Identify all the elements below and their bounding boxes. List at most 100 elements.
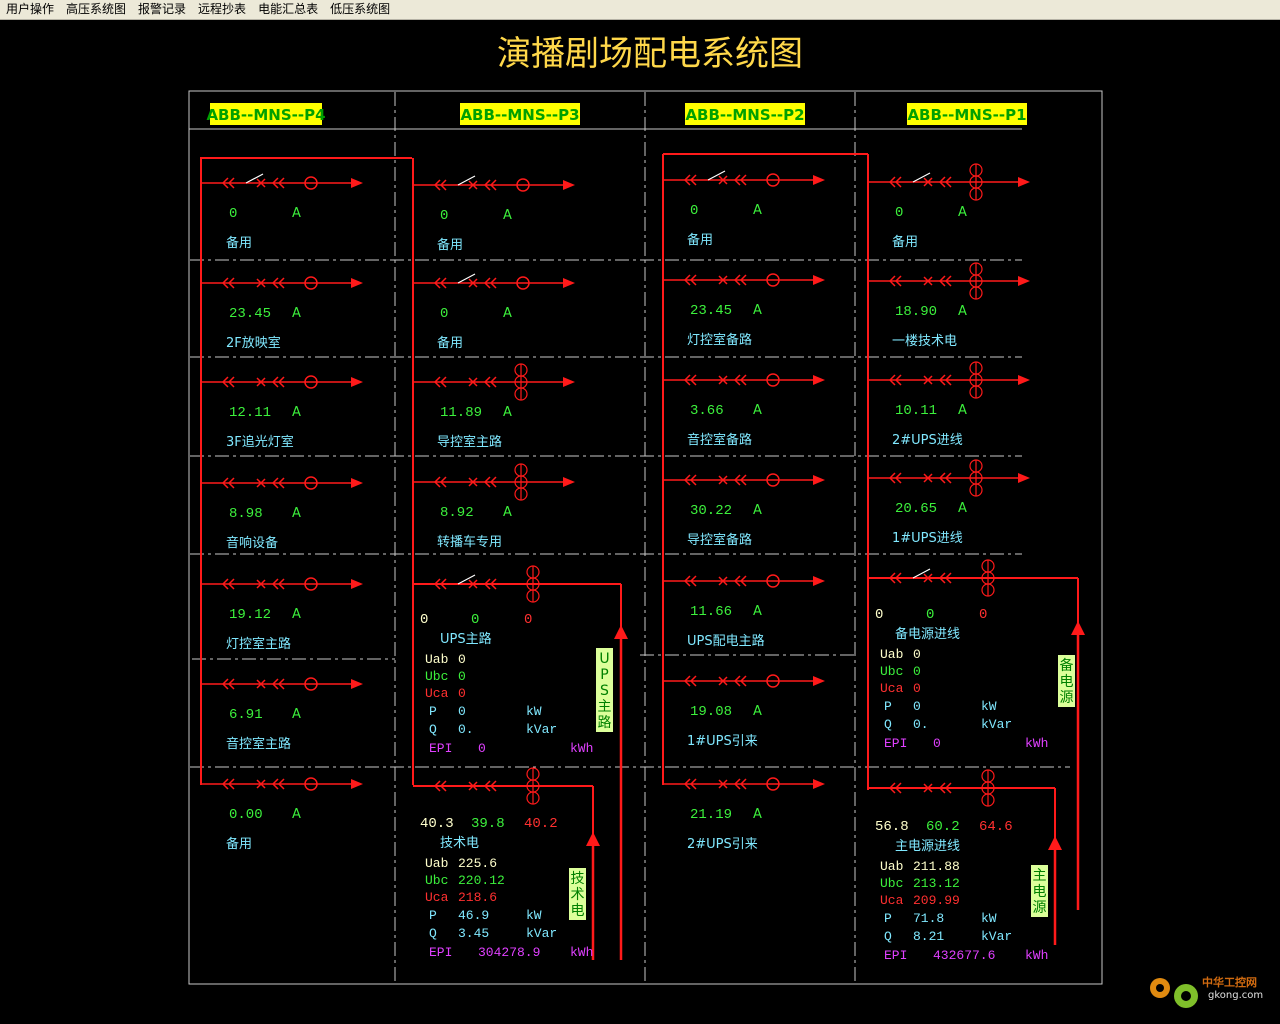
feeder-p3-4[interactable]: [413, 463, 575, 501]
value-ubc: 213.12: [913, 876, 960, 891]
feeder-name: 灯控室主路: [226, 636, 291, 652]
feeder-p4-7[interactable]: [201, 777, 363, 791]
unit-kw: kW: [981, 699, 997, 714]
unit-kwh: kWh: [570, 945, 593, 960]
value-q: 0.: [458, 722, 474, 737]
feeder-name: 1#UPS进线: [892, 531, 963, 546]
label-uca: Uca: [425, 686, 449, 701]
current-value: 0: [440, 306, 448, 322]
current-phase-c: 0: [524, 612, 532, 628]
vertical-label-char: 电: [1060, 674, 1074, 690]
feeder-name: 备用: [687, 232, 713, 248]
unit-kvar: kVar: [981, 717, 1012, 732]
current-value: 11.66: [690, 604, 732, 620]
feeder-p2-6[interactable]: [663, 674, 825, 688]
label-ubc: Ubc: [880, 876, 903, 891]
feeder-p1-3[interactable]: [868, 361, 1030, 399]
logo-name: 中华工控网: [1202, 975, 1257, 989]
feeder-p3-3[interactable]: [413, 363, 575, 401]
value-uab: 0: [458, 652, 466, 667]
current-phase-b: 39.8: [471, 816, 505, 832]
incoming-backup-in[interactable]: [868, 559, 1085, 910]
value-p: 46.9: [458, 908, 489, 923]
current-unit: A: [292, 807, 301, 822]
label-epi: EPI: [429, 945, 452, 960]
value-uca: 209.99: [913, 893, 960, 908]
value-uca: 0: [913, 681, 921, 696]
arrow-head-icon: [351, 679, 363, 689]
arrow-up-icon: [1048, 836, 1062, 850]
feeder-p4-6[interactable]: [201, 677, 363, 691]
feeder-p2-4[interactable]: [663, 473, 825, 487]
current-value: 30.22: [690, 503, 732, 519]
current-value: 18.90: [895, 304, 937, 320]
label-uab: Uab: [880, 647, 903, 662]
label-epi: EPI: [884, 736, 907, 751]
value-epi: 304278.9: [478, 945, 540, 960]
feeder-name: 一楼技术电: [892, 334, 957, 349]
feeder-p4-4[interactable]: [201, 476, 363, 490]
feeder-name: 备用: [226, 836, 252, 852]
value-q: 0.: [913, 717, 929, 732]
label-epi: EPI: [429, 741, 452, 756]
label-q: Q: [429, 722, 437, 737]
current-unit: A: [753, 203, 762, 218]
vertical-label-char: 路: [598, 715, 612, 731]
feeder-p3-2[interactable]: [413, 276, 575, 290]
current-value: 6.91: [229, 707, 263, 723]
feeder-p4-5[interactable]: [201, 577, 363, 591]
current-phase-b: 0: [926, 607, 934, 623]
incoming-main-in[interactable]: [868, 769, 1062, 945]
feeder-p2-5[interactable]: [663, 574, 825, 588]
current-unit: A: [753, 303, 762, 318]
current-unit: A: [753, 403, 762, 418]
current-value: 0: [229, 206, 237, 222]
value-uab: 211.88: [913, 859, 960, 874]
arrow-head-icon: [563, 180, 575, 190]
current-unit: A: [958, 501, 967, 516]
feeder-p4-3[interactable]: [201, 375, 363, 389]
feeder-p4-1[interactable]: [201, 173, 363, 190]
feeder-p1-1[interactable]: [868, 163, 1030, 201]
feeder-p1-2[interactable]: [868, 262, 1030, 300]
arrow-head-icon: [813, 676, 825, 686]
current-value: 10.11: [895, 403, 937, 419]
feeder-p2-7[interactable]: [663, 777, 825, 791]
current-unit: A: [292, 306, 301, 321]
value-epi: 0: [933, 736, 941, 751]
panel-header: ABB--MNS--P2: [685, 106, 804, 124]
label-epi: EPI: [884, 948, 907, 963]
vertical-label-char: 源: [1033, 900, 1047, 916]
current-value: 12.11: [229, 405, 271, 421]
current-unit: A: [292, 206, 301, 221]
label-p: P: [884, 699, 892, 714]
value-uca: 218.6: [458, 890, 497, 905]
current-phase-b: 60.2: [926, 819, 960, 835]
feeder-p2-1[interactable]: [663, 170, 825, 187]
label-p: P: [429, 908, 437, 923]
feeder-p2-2[interactable]: [663, 273, 825, 287]
current-phase-a: 0: [420, 612, 428, 628]
arrow-head-icon: [1018, 276, 1030, 286]
label-p: P: [884, 911, 892, 926]
feeder-p2-3[interactable]: [663, 373, 825, 387]
current-value: 11.89: [440, 405, 482, 421]
vertical-label-char: 主: [1033, 868, 1047, 884]
current-unit: A: [292, 405, 301, 420]
arrow-head-icon: [351, 377, 363, 387]
current-value: 8.98: [229, 506, 263, 522]
logo-url: gkong.com: [1208, 990, 1263, 1001]
unit-kw: kW: [526, 908, 542, 923]
feeder-name: 音响设备: [226, 535, 278, 551]
current-phase-c: 64.6: [979, 819, 1013, 835]
feeder-p3-1[interactable]: [413, 178, 575, 192]
current-unit: A: [753, 604, 762, 619]
label-q: Q: [429, 926, 437, 941]
feeder-p1-4[interactable]: [868, 459, 1030, 497]
unit-kwh: kWh: [1025, 736, 1048, 751]
feeder-p4-2[interactable]: [201, 276, 363, 290]
unit-kwh: kWh: [570, 741, 593, 756]
current-value: 8.92: [440, 505, 474, 521]
label-uca: Uca: [425, 890, 449, 905]
incoming-name: 备电源进线: [895, 626, 960, 642]
